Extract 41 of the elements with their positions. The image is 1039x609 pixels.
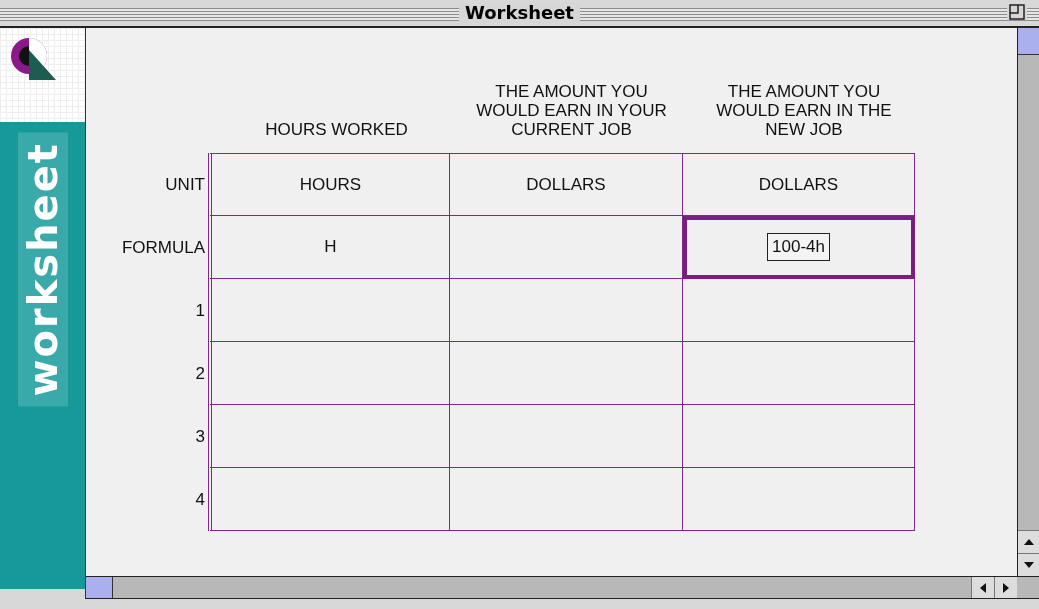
row-label: UNIT: [165, 174, 205, 195]
row-label: 2: [195, 363, 205, 384]
table-cell[interactable]: DOLLARS: [683, 153, 915, 216]
table-cell[interactable]: H: [208, 216, 450, 279]
column-heading: HOURS WORKED: [265, 120, 408, 139]
arrow-right-icon: [1003, 582, 1009, 593]
table-cell[interactable]: [683, 468, 915, 531]
scroll-down-button[interactable]: [1018, 553, 1039, 576]
selected-cell[interactable]: 100-4h: [683, 216, 915, 279]
table-cell[interactable]: [450, 216, 683, 279]
table-cell[interactable]: [450, 342, 683, 405]
arrow-left-icon: [980, 582, 986, 593]
row-label: 4: [195, 489, 205, 510]
table-cell[interactable]: [208, 468, 450, 531]
row-label: 1: [195, 300, 205, 321]
scroll-left-button[interactable]: [971, 577, 994, 598]
table-cell[interactable]: [450, 405, 683, 468]
table-cell[interactable]: [683, 342, 915, 405]
arrow-up-icon: [1023, 539, 1034, 545]
sidebar-label: worksheet: [17, 132, 68, 407]
table-cell[interactable]: DOLLARS: [450, 153, 683, 216]
row-label: 3: [195, 426, 205, 447]
table-cell[interactable]: [450, 279, 683, 342]
scroll-thumb[interactable]: [1018, 28, 1039, 55]
table-cell[interactable]: [450, 468, 683, 531]
table-cell[interactable]: [683, 405, 915, 468]
formula-field[interactable]: 100-4h: [767, 233, 830, 261]
window-title: Worksheet: [459, 3, 580, 23]
zoom-box-icon[interactable]: [1007, 4, 1027, 20]
scroll-thumb[interactable]: [86, 577, 113, 598]
row-label: FORMULA: [121, 237, 205, 258]
column-heading: THE AMOUNT YOU WOULD EARN IN THE NEW JOB: [715, 82, 893, 139]
table-cell[interactable]: [208, 279, 450, 342]
table-cell[interactable]: HOURS: [208, 153, 450, 216]
table-cell[interactable]: [683, 279, 915, 342]
table-cell[interactable]: [208, 405, 450, 468]
arrow-down-icon: [1023, 562, 1034, 568]
scroll-up-button[interactable]: [1018, 530, 1039, 553]
column-heading: THE AMOUNT YOU WOULD EARN IN YOUR CURRENT JOB: [475, 82, 668, 139]
scroll-right-button[interactable]: [994, 577, 1017, 598]
table-cell[interactable]: [208, 342, 450, 405]
